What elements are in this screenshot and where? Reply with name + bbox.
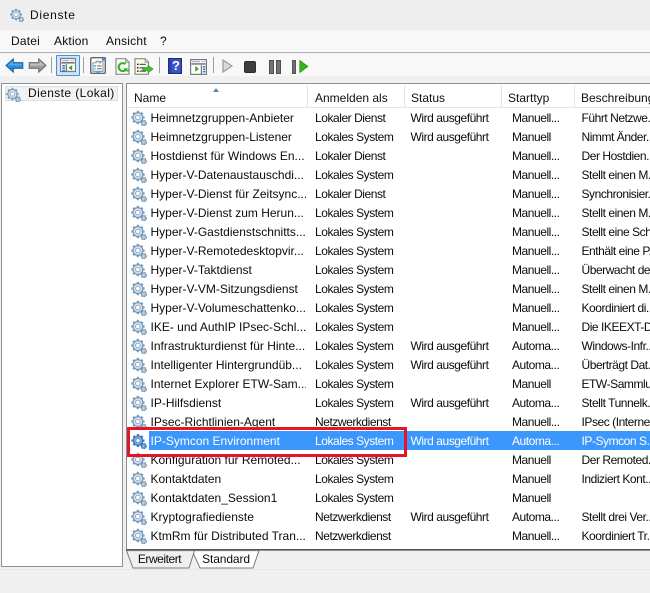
svg-text:Standard: Standard — [202, 552, 250, 566]
svg-text:?: ? — [172, 58, 180, 73]
svg-text:Erweitert: Erweitert — [138, 552, 182, 566]
